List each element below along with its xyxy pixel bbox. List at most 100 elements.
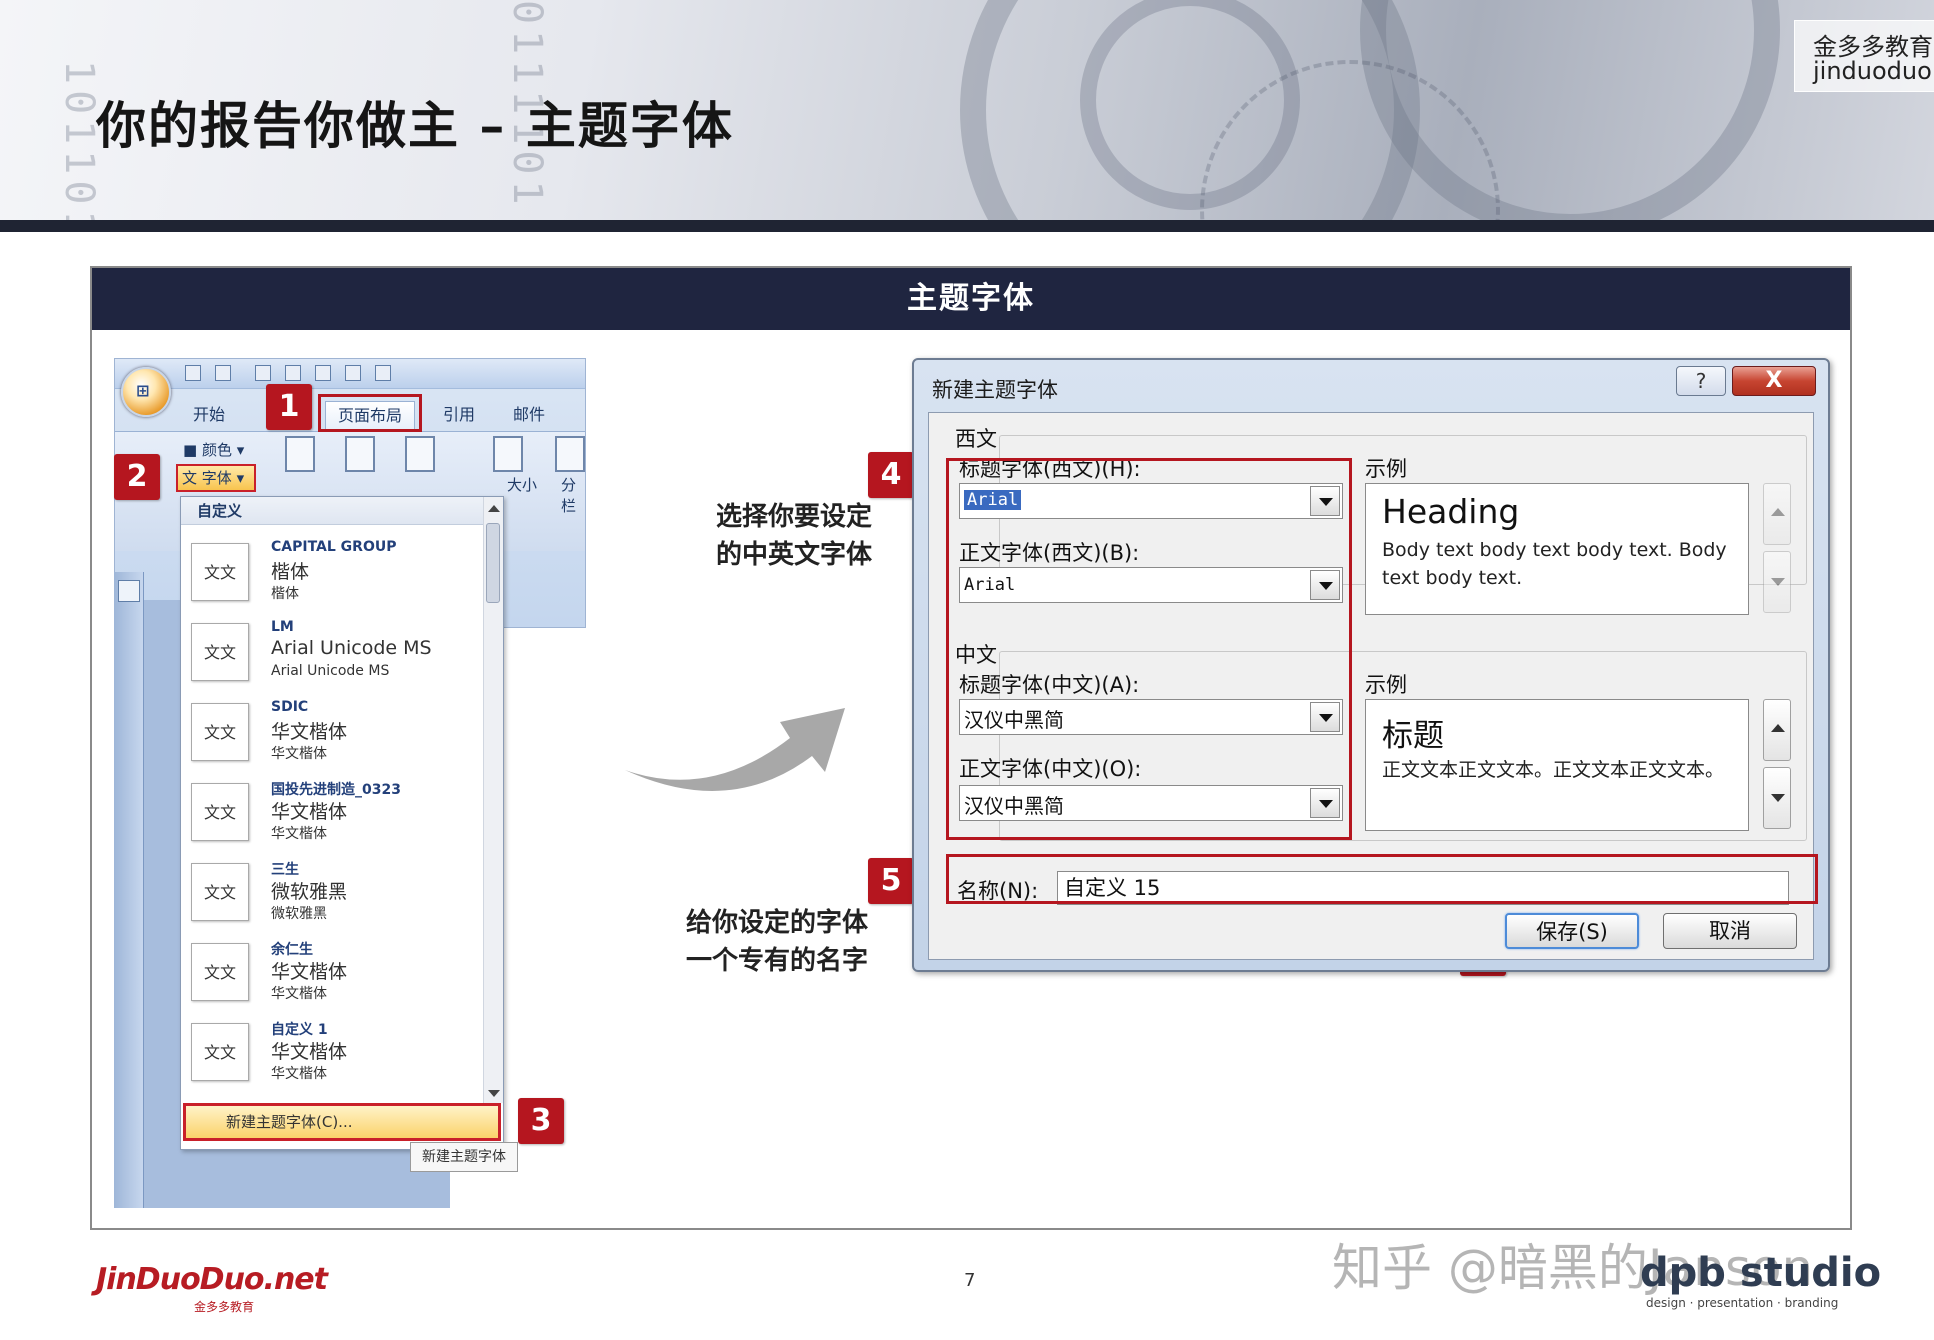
font-theme-name: LM: [271, 619, 294, 635]
callout-step-1: 1: [266, 384, 312, 430]
slide-header: 1011010 0111101 你的报告你做主 – 主题字体 金多多教育 jin…: [0, 0, 1934, 232]
slide-title: 你的报告你做主 – 主题字体: [96, 96, 734, 155]
theme-fonts-gallery: 自定义 文文 CAPITAL GROUP 楷体 楷体 文文 LM Arial U…: [180, 496, 504, 1150]
page-number: 7: [964, 1270, 976, 1291]
font-body-name: 华文楷体: [271, 986, 327, 1002]
save-icon[interactable]: [185, 365, 201, 381]
font-theme-item[interactable]: 文文 CAPITAL GROUP 楷体 楷体: [189, 535, 479, 615]
font-body-name: 华文楷体: [271, 1066, 327, 1082]
font-heading-name: 华文楷体: [271, 721, 348, 743]
font-theme-item[interactable]: 文文 自定义 1 华文楷体 华文楷体: [189, 1015, 479, 1095]
font-body-name: Arial Unicode MS: [271, 663, 390, 679]
theme-fonts-button[interactable]: 文 字体 ▾: [176, 464, 256, 492]
asian-sample-preview: 标题 正文文本正文文本。正文文本正文文本。: [1365, 699, 1749, 831]
font-heading-name: 微软雅黑: [271, 881, 348, 903]
font-theme-name: 自定义 1: [271, 1022, 328, 1038]
font-theme-name: 国投先进制造_0323: [271, 782, 401, 798]
highlight-font-selects: [946, 458, 1352, 840]
font-heading-name: 华文楷体: [271, 1041, 348, 1063]
scroll-thumb[interactable]: [486, 523, 500, 603]
western-sample-heading: Heading: [1382, 492, 1520, 531]
font-body-name: 华文楷体: [271, 746, 327, 762]
font-body-name: 微软雅黑: [271, 906, 327, 922]
jinduoduo-logo: JinDuoDuo.net 金多多教育: [96, 1262, 328, 1314]
font-body-name: 楷体: [271, 586, 299, 602]
font-theme-name: 余仁生: [271, 942, 313, 958]
font-preview-thumb: 文文: [191, 783, 249, 841]
table-icon[interactable]: [375, 365, 391, 381]
tab-mailings[interactable]: 邮件: [513, 401, 545, 429]
font-preview-thumb: 文文: [191, 703, 249, 761]
asian-sample-heading: 标题: [1382, 718, 1444, 754]
callout-step-4: 4: [868, 452, 914, 498]
print-icon[interactable]: [285, 365, 301, 381]
asian-sample-body: 正文文本正文文本。正文文本正文文本。: [1382, 759, 1725, 781]
highlight-name-field: [946, 854, 1818, 904]
asian-sample-label: 示例: [1365, 673, 1407, 697]
font-heading-name: 华文楷体: [271, 961, 348, 983]
font-preview-thumb: 文文: [191, 543, 249, 601]
font-heading-name: Arial Unicode MS: [271, 637, 432, 659]
scroll-up-icon[interactable]: [488, 505, 500, 512]
logo-left-subtext: 金多多教育: [194, 1300, 255, 1314]
columns-icon[interactable]: [555, 436, 585, 472]
size-icon[interactable]: [493, 436, 523, 472]
size-label: 大小: [507, 476, 538, 494]
columns-label: 分栏: [561, 476, 577, 515]
orientation-icon[interactable]: [405, 436, 435, 472]
annotation-name-fonts-line2: 一个专有的名字: [686, 946, 869, 976]
brand-box: 金多多教育 jinduoduo: [1794, 20, 1934, 92]
font-theme-item[interactable]: 文文 国投先进制造_0323 华文楷体 华文楷体: [189, 775, 479, 855]
header-bar: [0, 220, 1934, 232]
font-theme-item[interactable]: 文文 余仁生 华文楷体 华文楷体: [189, 935, 479, 1015]
undo-icon[interactable]: [215, 365, 231, 381]
western-sample-scroll-up-icon[interactable]: [1763, 483, 1791, 545]
western-sample-label: 示例: [1365, 457, 1407, 481]
dialog-title: 新建主题字体: [932, 378, 1058, 402]
font-body-name: 华文楷体: [271, 826, 327, 842]
asian-sample-scroll-down-icon[interactable]: [1763, 767, 1791, 829]
slide-page: 1011010 0111101 你的报告你做主 – 主题字体 金多多教育 jin…: [0, 0, 1934, 1340]
tab-references[interactable]: 引用: [443, 401, 475, 429]
theme-colors-label: 颜色: [201, 441, 232, 459]
redo-icon[interactable]: [255, 365, 271, 381]
callout-step-3: 3: [518, 1098, 564, 1144]
font-preview-thumb: 文文: [191, 623, 249, 681]
asian-sample-scroll-up-icon[interactable]: [1763, 699, 1791, 761]
font-preview-thumb: 文文: [191, 863, 249, 921]
curved-arrow-icon: [625, 708, 845, 791]
font-theme-item[interactable]: 文文 LM Arial Unicode MS Arial Unicode MS: [189, 615, 479, 695]
font-theme-name: SDIC: [271, 699, 309, 715]
quick-access-toolbar: [115, 359, 585, 389]
cancel-button[interactable]: 取消: [1663, 913, 1797, 949]
gallery-section-header: 自定义: [181, 497, 503, 525]
callout-step-5: 5: [868, 858, 914, 904]
logo-right-text: dpb studio: [1640, 1250, 1882, 1296]
close-button[interactable]: X: [1732, 366, 1816, 396]
panel-title: 主题字体: [92, 268, 1850, 330]
font-theme-name: 三生: [271, 862, 299, 878]
western-sample-scroll-down-icon[interactable]: [1763, 551, 1791, 613]
preview-icon[interactable]: [315, 365, 331, 381]
spelling-icon[interactable]: [345, 365, 361, 381]
margins-icon[interactable]: [345, 436, 375, 472]
annotation-choose-fonts-line2: 的中英文字体: [716, 540, 873, 570]
font-theme-item[interactable]: 文文 SDIC 华文楷体 华文楷体: [189, 695, 479, 775]
tab-home[interactable]: 开始: [193, 401, 225, 429]
ruler-toggle-icon[interactable]: [118, 580, 140, 602]
brand-en: jinduoduo: [1813, 57, 1932, 85]
new-theme-fonts-menu-item[interactable]: 新建主题字体(C)...: [183, 1103, 501, 1141]
dpb-studio-logo: dpb studio design · presentation · brand…: [1640, 1250, 1882, 1310]
scroll-down-icon[interactable]: [488, 1090, 500, 1097]
help-button[interactable]: ?: [1676, 366, 1726, 396]
theme-colors-button[interactable]: ■ 颜色 ▾: [183, 439, 244, 460]
save-button[interactable]: 保存(S): [1505, 913, 1639, 949]
font-heading-name: 华文楷体: [271, 801, 348, 823]
font-preview-thumb: 文文: [191, 1023, 249, 1081]
font-preview-thumb: 文文: [191, 943, 249, 1001]
text-direction-icon[interactable]: [285, 436, 315, 472]
font-theme-item[interactable]: 文文 三生 微软雅黑 微软雅黑: [189, 855, 479, 935]
font-theme-name: CAPITAL GROUP: [271, 539, 397, 555]
gallery-scrollbar[interactable]: [483, 497, 503, 1103]
office-button[interactable]: ⊞: [121, 367, 171, 417]
